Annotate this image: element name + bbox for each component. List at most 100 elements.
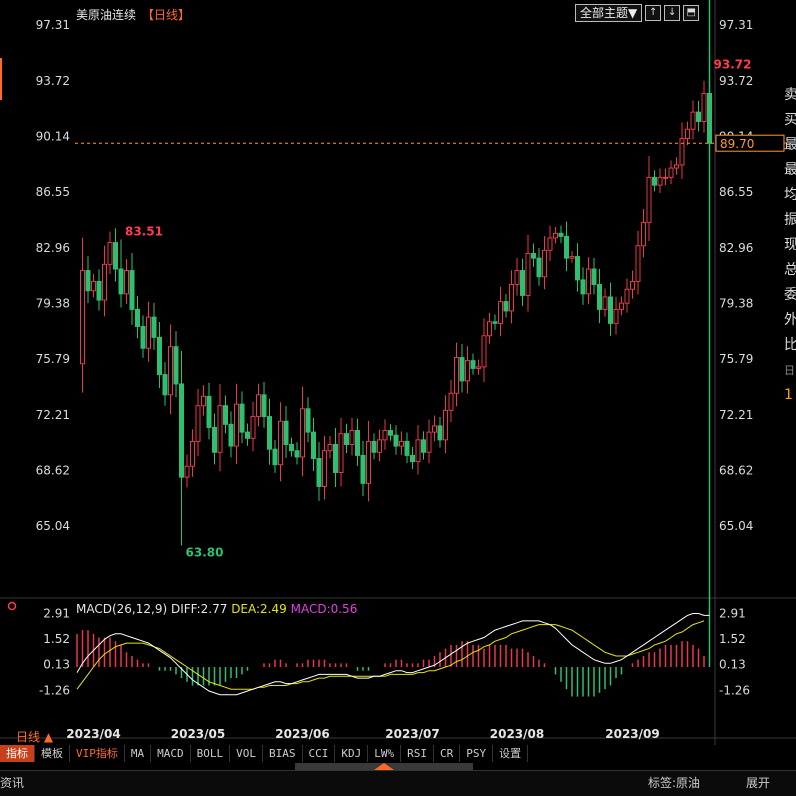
candle-body	[382, 430, 388, 441]
tab-settings[interactable]: 设置	[493, 745, 529, 762]
candle-body	[531, 252, 536, 259]
candle-body	[300, 408, 305, 458]
candle-body	[498, 301, 503, 324]
candle-body	[641, 221, 646, 247]
tab-ma[interactable]: MA	[125, 745, 152, 762]
candle-body	[140, 325, 146, 349]
side-label: 最	[784, 162, 796, 178]
y-tick-label: 65.04	[719, 519, 753, 533]
candle-body	[371, 440, 377, 453]
candle-body	[173, 346, 179, 385]
candle-body	[239, 403, 245, 433]
high-mid-label: 83.51	[125, 224, 163, 238]
tab-cr[interactable]: CR	[434, 745, 461, 762]
tab-cci[interactable]: CCI	[303, 745, 336, 762]
candle-body	[113, 242, 118, 270]
candle-body	[668, 167, 674, 178]
expand-button[interactable]: 展开	[746, 774, 770, 791]
side-label: 买	[784, 112, 796, 128]
candle-body	[338, 433, 344, 473]
x-tick-label: 2023/06	[275, 727, 329, 741]
macd-y-tick: 2.91	[43, 606, 70, 620]
candle-body	[212, 426, 217, 453]
y-tick-label: 65.04	[36, 519, 70, 533]
candle-body	[311, 431, 316, 459]
candle-body	[355, 430, 360, 456]
side-label: 总	[784, 262, 796, 278]
candle-body	[415, 439, 421, 463]
side-label: 最	[784, 137, 796, 153]
candle-body	[228, 423, 234, 447]
tab-bias[interactable]: BIAS	[263, 745, 303, 762]
candle-body	[162, 374, 168, 396]
news-label[interactable]: 资讯	[0, 774, 24, 791]
chart-title: 美原油连续 【日线】	[76, 6, 190, 23]
y-tick-label: 82.96	[36, 241, 70, 255]
y-tick-label: 93.72	[719, 74, 753, 88]
tab-boll[interactable]: BOLL	[191, 745, 231, 762]
side-label: 卖	[784, 87, 796, 103]
x-tick-label: 2023/08	[490, 727, 544, 741]
down-icon[interactable]: ↓	[664, 5, 681, 21]
candle-body	[151, 316, 157, 338]
tab-vol[interactable]: VOL	[230, 745, 263, 762]
tag-label: 标签:原油	[648, 776, 701, 790]
up-icon[interactable]: ↑	[645, 5, 662, 21]
macd-params: MACD(26,12,9) DIFF:2.77	[76, 602, 231, 616]
candle-body	[118, 268, 124, 295]
candle-body	[520, 270, 525, 296]
y-tick-label: 68.62	[719, 464, 753, 478]
y-tick-label: 86.55	[36, 185, 70, 199]
theme-dropdown[interactable]: 全部主题▼	[575, 4, 643, 22]
candle-body	[294, 450, 300, 458]
candle-body	[256, 394, 261, 418]
period-selector[interactable]: 日线 ▲	[16, 728, 53, 745]
candle-body	[388, 430, 393, 436]
low-label: 63.80	[186, 545, 224, 559]
top-toolbar: 全部主题▼ ↑ ↓ ⬒	[575, 4, 700, 22]
candle-body	[674, 164, 679, 169]
instrument-name: 美原油连续	[76, 8, 137, 22]
candle-body	[146, 316, 151, 349]
candle-body	[366, 440, 371, 484]
candle-body	[377, 439, 382, 453]
indicator-tabs: 指标 模板 VIP指标 MA MACD BOLL VOL BIAS CCI KD…	[0, 745, 796, 762]
side-label: 均	[784, 187, 796, 203]
tab-template[interactable]: 模板	[35, 745, 70, 762]
tab-macd[interactable]: MACD	[151, 745, 191, 762]
candle-body	[597, 284, 602, 310]
side-label: 委	[784, 287, 796, 303]
tab-rsi[interactable]: RSI	[401, 745, 434, 762]
current-price-label: 89.70	[720, 137, 754, 151]
kline-chart[interactable]: 97.3197.3193.7293.7290.1490.1486.5586.55…	[0, 0, 796, 745]
quote-side-panel: 卖 买 最 最 均 振 现 总 委 外 比 日 1	[784, 0, 796, 503]
tab-kdj[interactable]: KDJ	[335, 745, 369, 762]
candle-body	[443, 409, 448, 441]
x-tick-label: 2023/09	[605, 727, 659, 741]
candle-body	[421, 439, 426, 453]
candle-body	[107, 242, 113, 265]
side-label: 外	[784, 312, 796, 328]
panel-icon[interactable]: ⬒	[683, 5, 700, 21]
candle-body	[635, 245, 641, 282]
candle-body	[223, 405, 228, 425]
candle-body	[481, 335, 487, 368]
tab-vip-indicator[interactable]: VIP指标	[70, 745, 125, 762]
candle-body	[305, 408, 311, 433]
macd-y-tick: 2.91	[719, 606, 746, 620]
y-tick-label: 75.79	[36, 352, 70, 366]
candle-body	[602, 296, 608, 310]
candle-body	[470, 360, 476, 369]
scroll-up-arrow-icon[interactable]	[374, 763, 394, 770]
macd-y-tick: -1.26	[719, 683, 750, 697]
tab-indicator[interactable]: 指标	[0, 745, 35, 762]
x-tick-label: 2023/07	[385, 727, 439, 741]
candle-body	[250, 416, 256, 439]
candle-body	[525, 252, 531, 296]
candle-body	[663, 176, 668, 179]
tab-psy[interactable]: PSY	[460, 745, 494, 762]
macd-y-tick: 1.52	[719, 632, 746, 646]
candle-body	[613, 308, 619, 324]
tab-lw[interactable]: LW%	[368, 745, 402, 762]
candle-body	[261, 394, 267, 418]
